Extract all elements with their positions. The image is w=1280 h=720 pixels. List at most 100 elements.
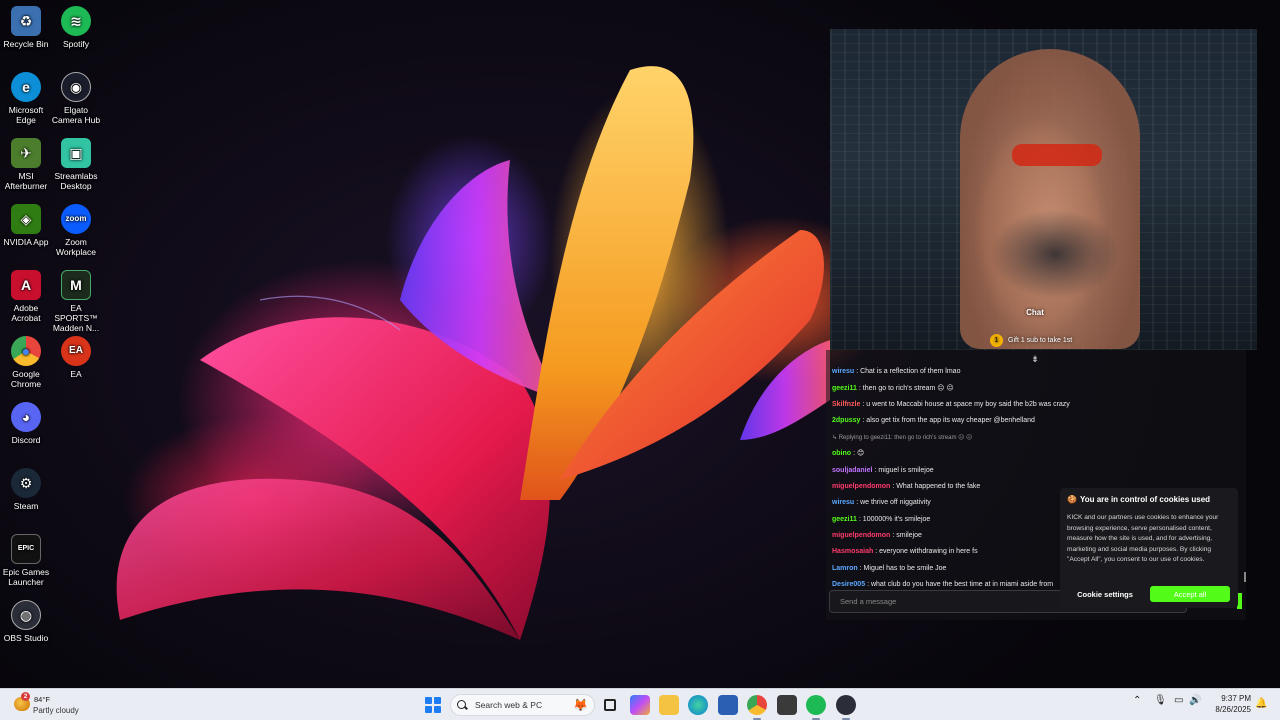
desktop-icon-streamlabs[interactable]: ▣ Streamlabs Desktop: [50, 138, 102, 191]
gift-sub-text: Gift 1 sub to take 1st: [1008, 336, 1073, 344]
microsoft-store-icon[interactable]: [718, 695, 738, 715]
desktop-icon-label: Spotify: [63, 39, 89, 49]
cookie-title-text: You are in control of cookies used: [1079, 495, 1211, 504]
edge-taskbar-icon[interactable]: [688, 695, 708, 715]
chat-username[interactable]: geezi11: [832, 383, 857, 395]
taskbar: 2 84°F Partly cloudy Search web & PC 🦊 ⌃…: [0, 688, 1280, 720]
chat-scrollbar[interactable]: [1244, 572, 1246, 582]
weather-widget[interactable]: 2 84°F Partly cloudy: [14, 692, 104, 717]
desktop-icon-label: Steam: [13, 501, 39, 511]
chat-message-text: : then go to rich's stream 😐 😐: [858, 384, 954, 392]
desktop-icon-discord[interactable]: ◕ Discord: [0, 402, 52, 445]
madden-icon: M: [61, 270, 91, 300]
desktop-icon-label: Elgato Camera Hub: [51, 105, 101, 125]
volume-icon[interactable]: 🔊: [1189, 695, 1201, 706]
desktop-icon-ea[interactable]: EA EA: [50, 336, 102, 379]
steam-icon: ⚙: [11, 468, 41, 498]
chat-collapse-icon[interactable]: ⇟: [1029, 354, 1041, 364]
accept-all-cookies-button[interactable]: Accept all: [1150, 586, 1230, 602]
desktop-icon-obs-studio[interactable]: ◍ OBS Studio: [0, 600, 52, 643]
desktop-icon-spotify[interactable]: ≋ Spotify: [50, 6, 102, 49]
chat-message-text: : everyone withdrawing in here fs: [875, 548, 978, 556]
taskbar-clock[interactable]: 9:37 PM 8/26/2025: [1203, 693, 1251, 715]
chat-username[interactable]: Hasmosaiah: [832, 546, 873, 558]
notification-bell-icon[interactable]: 🔔: [1255, 698, 1267, 710]
chat-message: Lamron: Miguel has to be smile Joe: [832, 561, 1062, 577]
microphone-icon[interactable]: 🎙: [1154, 695, 1167, 706]
clock-time: 9:37 PM: [1221, 694, 1251, 703]
chat-message: miguelpendomon: smilejoe: [832, 528, 1062, 544]
recycle-bin-icon: ♻: [11, 6, 41, 36]
epic-games-icon: EPIC: [11, 534, 41, 564]
desktop-icon-steam[interactable]: ⚙ Steam: [0, 468, 52, 511]
desktop-icon-grid: ♻ Recycle Bin ≋ Spotify e Microsoft Edge…: [0, 0, 110, 680]
cookie-body-text: KICK and our partners use cookies to enh…: [1067, 514, 1219, 564]
network-icon[interactable]: ▭: [1174, 695, 1183, 706]
obs-studio-icon: ◍: [11, 600, 41, 630]
desktop-icon-label: MSI Afterburner: [4, 171, 48, 191]
desktop-icon-adobe-acrobat[interactable]: A Adobe Acrobat: [0, 270, 52, 323]
desktop-icon-google-chrome[interactable]: ● Google Chrome: [0, 336, 52, 389]
chat-message-text: : smilejoe: [892, 532, 922, 540]
gift-badge-icon: 1: [990, 333, 1003, 347]
chat-message-text: : miguel is smilejoe: [874, 466, 934, 474]
webcam-chest-tattoo: [990, 209, 1120, 299]
chat-username[interactable]: obino: [832, 448, 851, 460]
desktop-icon-label: Google Chrome: [10, 369, 42, 389]
chat-username[interactable]: miguelpendomon: [832, 530, 890, 542]
task-view-icon[interactable]: [600, 695, 620, 715]
spotify-taskbar-icon[interactable]: [806, 695, 826, 715]
desktop-icon-msi-afterburner[interactable]: ✈ MSI Afterburner: [0, 138, 52, 191]
desktop-icon-epic-games[interactable]: EPIC Epic Games Launcher: [0, 534, 52, 587]
chat-username[interactable]: 2dpussy: [832, 415, 860, 427]
edge-icon: e: [11, 72, 41, 102]
chat-username[interactable]: miguelpendomon: [832, 481, 890, 493]
chat-reply-context: ↳ Replying to geezi11: then go to rich's…: [832, 430, 1062, 446]
chat-username[interactable]: Lamron: [832, 563, 858, 575]
chat-username[interactable]: wiresu: [832, 366, 854, 378]
chat-message-text: : also get tix from the app its way chea…: [862, 417, 1035, 425]
desktop-icon-nvidia-app[interactable]: ◈ NVIDIA App: [0, 204, 52, 247]
chat-message: Hasmosaiah: everyone withdrawing in here…: [832, 544, 1062, 560]
cookie-consent-popup: 🍪 You are in control of cookies used KIC…: [1060, 488, 1238, 608]
desktop-icon-microsoft-edge[interactable]: e Microsoft Edge: [0, 72, 52, 125]
msi-afterburner-icon: ✈: [11, 138, 41, 168]
desktop-icon-label: EA: [70, 369, 82, 379]
chat-message-list: wiresu: Chat is a reflection of them lma…: [832, 364, 1070, 593]
clock-date: 8/26/2025: [1215, 705, 1251, 714]
chat-message-text: ↳ Replying to geezi11: then go to rich's…: [832, 434, 973, 441]
webcam-streamer: [960, 49, 1140, 349]
desktop-icon-madden[interactable]: M EA SPORTS™ Madden N...: [50, 270, 102, 333]
chat-message-text: : 😊: [853, 450, 865, 458]
desktop-icon-elgato-camera-hub[interactable]: ◉ Elgato Camera Hub: [50, 72, 102, 125]
zoom-icon: zoom: [61, 204, 91, 234]
cookie-settings-button[interactable]: Cookie settings: [1070, 586, 1140, 602]
desktop-icon-label: Streamlabs Desktop: [54, 171, 98, 191]
chat-message: obino: 😊: [832, 446, 1062, 462]
chat-username[interactable]: souljadaniel: [832, 465, 872, 477]
chat-username[interactable]: wiresu: [832, 497, 854, 509]
desktop-icon-label: Discord: [11, 435, 41, 445]
weather-alert-badge: 2: [21, 692, 30, 701]
show-hidden-icons-chevron[interactable]: ⌃: [1133, 695, 1141, 706]
file-explorer-icon[interactable]: [659, 695, 679, 715]
desktop-icon-zoom[interactable]: zoom Zoom Workplace: [50, 204, 102, 257]
copilot-icon[interactable]: [630, 695, 650, 715]
chat-username[interactable]: geezi11: [832, 514, 857, 526]
elgato-camera-hub-icon: ◉: [61, 72, 91, 102]
desktop-icon-label: Zoom Workplace: [56, 237, 96, 257]
chat-message-text: : What happened to the fake: [892, 482, 981, 490]
taskbar-search-box[interactable]: Search web & PC 🦊: [450, 694, 595, 716]
start-button[interactable]: [423, 695, 443, 715]
app-taskbar-icon[interactable]: [777, 695, 797, 715]
chrome-taskbar-icon[interactable]: [747, 695, 767, 715]
obs-taskbar-icon[interactable]: [836, 695, 856, 715]
desktop-icon-label: OBS Studio: [3, 633, 49, 643]
chat-username[interactable]: Skilfnzle: [832, 399, 860, 411]
chat-message-text: : we thrive off niggativity: [856, 499, 931, 507]
desktop-icon-recycle-bin[interactable]: ♻ Recycle Bin: [0, 6, 52, 49]
chat-message: geezi11: then go to rich's stream 😐 😐: [832, 380, 1062, 396]
weather-condition: Partly cloudy: [33, 706, 79, 715]
gift-sub-banner[interactable]: 1 Gift 1 sub to take 1st: [990, 332, 1072, 348]
desktop-icon-label: Microsoft Edge: [8, 105, 44, 125]
